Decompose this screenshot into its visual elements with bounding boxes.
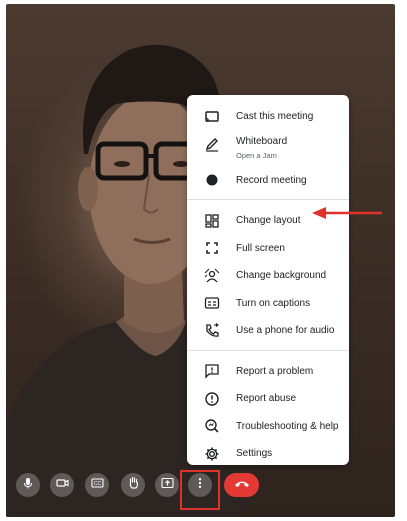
menu-item-whiteboard[interactable]: Whiteboard Open a Jam <box>187 131 349 167</box>
menu-divider <box>187 199 349 200</box>
present-icon <box>160 476 174 494</box>
menu-item-cast[interactable]: Cast this meeting <box>187 103 349 131</box>
microphone-button[interactable] <box>16 473 40 497</box>
captions-icon: CC <box>90 476 104 494</box>
menu-item-captions[interactable]: Turn on captions <box>187 290 349 318</box>
svg-text:CC: CC <box>93 481 101 487</box>
troubleshoot-icon <box>204 418 220 434</box>
menu-item-full-screen[interactable]: Full screen <box>187 235 349 263</box>
menu-item-settings[interactable]: Settings <box>187 440 349 468</box>
captions-icon <box>204 295 220 311</box>
report-abuse-icon <box>204 391 220 407</box>
settings-icon <box>204 446 220 462</box>
present-button[interactable] <box>155 473 179 497</box>
menu-item-label: Cast this meeting <box>236 111 314 123</box>
menu-item-phone-audio[interactable]: Use a phone for audio <box>187 317 349 345</box>
more-options-menu: Cast this meeting Whiteboard Open a Jam … <box>187 95 349 465</box>
menu-item-label: Turn on captions <box>236 297 311 309</box>
menu-item-record[interactable]: Record meeting <box>187 167 349 195</box>
menu-item-label: Use a phone for audio <box>236 325 335 337</box>
phone-audio-icon <box>204 322 220 339</box>
menu-item-label: Change background <box>236 270 327 282</box>
menu-item-report-problem[interactable]: Report a problem <box>187 358 349 386</box>
menu-item-change-background[interactable]: Change background <box>187 262 349 290</box>
menu-item-label: Full screen <box>236 242 285 254</box>
hang-up-button[interactable] <box>224 473 259 497</box>
menu-item-label: Change layout <box>236 215 301 227</box>
pen-icon <box>204 136 220 152</box>
menu-item-label: Report a problem <box>236 365 314 377</box>
menu-item-label: Settings <box>236 448 273 460</box>
menu-item-report-abuse[interactable]: Report abuse <box>187 385 349 413</box>
raise-hand-button[interactable] <box>121 473 145 497</box>
fullscreen-icon <box>204 240 220 256</box>
camera-button[interactable] <box>50 473 74 497</box>
record-icon <box>204 172 220 188</box>
camera-icon <box>55 476 69 494</box>
microphone-icon <box>22 476 34 494</box>
annotation-arrow <box>312 207 382 219</box>
annotation-highlight-box <box>180 470 220 510</box>
cast-icon <box>204 109 220 125</box>
menu-item-label: Report abuse <box>236 393 297 405</box>
layout-icon <box>204 213 220 229</box>
menu-item-sublabel: Open a Jam <box>236 150 277 160</box>
menu-item-label: Record meeting <box>236 174 307 186</box>
menu-item-label: Troubleshooting & help <box>236 420 339 432</box>
background-icon <box>204 268 220 284</box>
menu-item-troubleshooting[interactable]: Troubleshooting & help <box>187 413 349 441</box>
report-problem-icon <box>204 363 220 379</box>
raise-hand-icon <box>127 476 140 494</box>
captions-button[interactable]: CC <box>85 473 109 497</box>
hang-up-icon <box>234 476 250 494</box>
menu-divider <box>187 349 349 351</box>
menu-item-label: Whiteboard <box>236 135 288 147</box>
